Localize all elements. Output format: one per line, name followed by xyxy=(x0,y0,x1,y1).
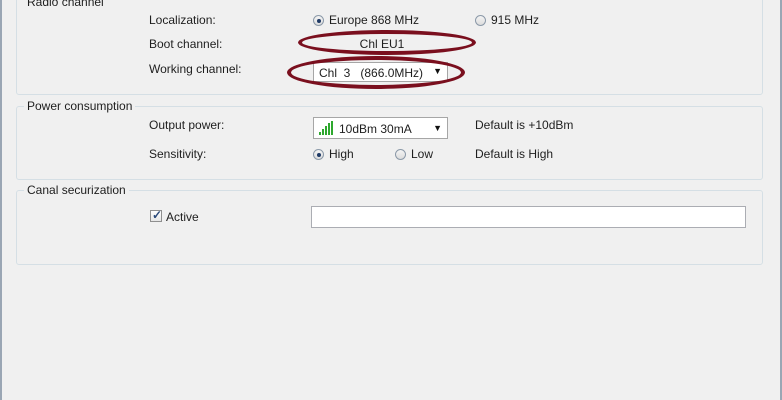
sensitivity-default: Default is High xyxy=(475,147,554,161)
active-label[interactable]: Active xyxy=(166,210,199,224)
power-consumption-title: Power consumption xyxy=(24,99,136,113)
boot-channel-value: Chl EU1 xyxy=(359,37,405,51)
sensitivity-label: Sensitivity: xyxy=(149,147,207,161)
sensitivity-low-radio[interactable] xyxy=(395,149,406,160)
chevron-down-icon[interactable]: ▼ xyxy=(433,123,442,133)
checkmark-icon: ✓ xyxy=(152,208,163,222)
settings-panel: Radio channel Localization: Europe 868 M… xyxy=(2,0,780,400)
localization-europe-label[interactable]: Europe 868 MHz xyxy=(329,13,419,27)
working-channel-label: Working channel: xyxy=(149,62,242,76)
localization-915-radio[interactable] xyxy=(475,15,486,26)
canal-securization-title: Canal securization xyxy=(24,183,129,197)
sensitivity-high-label[interactable]: High xyxy=(329,147,354,161)
sensitivity-low-label[interactable]: Low xyxy=(411,147,433,161)
output-power-dropdown[interactable]: 10dBm 30mA ▼ xyxy=(313,117,448,139)
output-power-label: Output power: xyxy=(149,118,225,132)
active-checkbox[interactable]: ✓ xyxy=(150,208,163,222)
output-power-default: Default is +10dBm xyxy=(475,118,574,132)
working-channel-dropdown[interactable]: Chl 3 (866.0MHz) ▼ xyxy=(313,62,448,82)
sensitivity-high-radio[interactable] xyxy=(313,149,324,160)
localization-label: Localization: xyxy=(149,13,216,27)
localization-915-label[interactable]: 915 MHz xyxy=(491,13,539,27)
localization-europe-radio[interactable] xyxy=(313,15,324,26)
working-channel-value: Chl 3 (866.0MHz) xyxy=(319,66,424,80)
radio-channel-title: Radio channel xyxy=(24,0,107,9)
chevron-down-icon[interactable]: ▼ xyxy=(433,66,442,76)
output-power-value: 10dBm 30mA xyxy=(339,122,412,136)
securization-key-input[interactable] xyxy=(311,206,746,228)
boot-channel-label: Boot channel: xyxy=(149,37,223,51)
signal-strength-icon xyxy=(319,121,335,135)
